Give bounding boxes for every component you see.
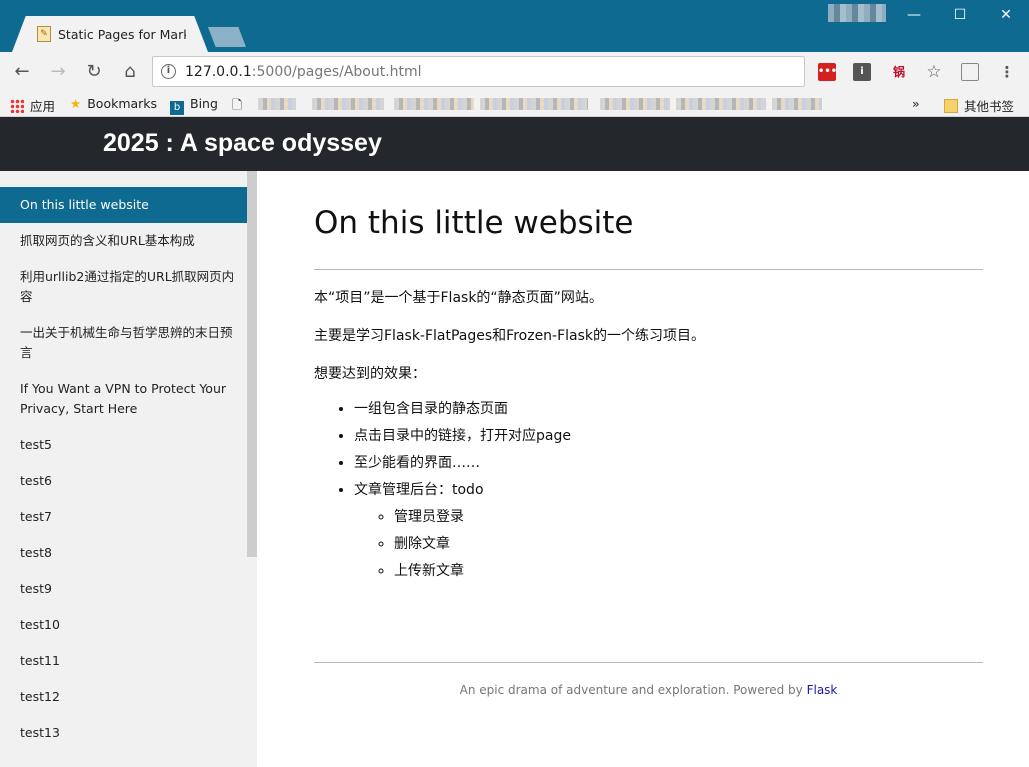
- page-title: On this little website: [314, 205, 634, 241]
- sublist-item: 管理员登录: [394, 504, 983, 531]
- extension-dots-icon[interactable]: •••: [818, 63, 837, 81]
- footer-text: An epic drama of adventure and explorati…: [459, 683, 807, 697]
- browser-toolbar: ← → ↻ ⌂ i 127.0.0.1:5000/pages/About.htm…: [0, 52, 1029, 92]
- main-content: On this little website 本“项目”是一个基于Flask的“…: [314, 171, 983, 585]
- sidebar-item[interactable]: 一出关于机械生命与哲学思辨的末日预言: [0, 315, 247, 371]
- new-tab-button[interactable]: [208, 27, 246, 47]
- sidebar-item[interactable]: 抓取网页的含义和URL基本构成: [0, 223, 247, 259]
- profile-avatar[interactable]: [828, 4, 886, 22]
- sidebar-item[interactable]: On this little website: [0, 187, 247, 223]
- apps-grid-icon: [10, 99, 24, 113]
- blurred-bookmark[interactable]: [394, 98, 474, 110]
- address-bar[interactable]: i 127.0.0.1:5000/pages/About.html: [152, 56, 805, 87]
- sidebar-item[interactable]: test8: [0, 535, 247, 571]
- page-bookmark-icon[interactable]: 🗋: [232, 96, 242, 117]
- sidebar-nav: On this little website 抓取网页的含义和URL基本构成 利用u…: [0, 187, 247, 751]
- purpose-paragraph: 主要是学习Flask-FlatPages和Frozen-Flask的一个练习项目…: [314, 328, 706, 344]
- minimize-icon[interactable]: —: [902, 6, 926, 24]
- title-divider: [314, 269, 983, 270]
- forward-icon[interactable]: →: [45, 60, 71, 84]
- sidebar: On this little website 抓取网页的含义和URL基本构成 利用u…: [0, 171, 257, 767]
- list-item: 点击目录中的链接，打开对应page: [354, 423, 983, 450]
- sidebar-item[interactable]: If You Want a VPN to Protect Your Privac…: [0, 371, 247, 427]
- url-text: 127.0.0.1:5000/pages/About.html: [185, 64, 422, 80]
- blurred-bookmark[interactable]: [312, 98, 384, 110]
- blurred-bookmark[interactable]: [676, 98, 766, 110]
- sidebar-item[interactable]: test9: [0, 571, 247, 607]
- star-folder-icon: ★: [70, 96, 82, 111]
- page-favicon-icon: ✎: [37, 26, 51, 42]
- apps-bookmark[interactable]: 应用: [10, 96, 55, 115]
- close-icon[interactable]: ✕: [994, 6, 1018, 24]
- sidebar-item[interactable]: test6: [0, 463, 247, 499]
- tab-title: Static Pages for Marko: [58, 27, 186, 42]
- extension-info-icon[interactable]: i: [853, 63, 871, 81]
- menu-icon[interactable]: ⋮: [998, 63, 1016, 81]
- reader-icon[interactable]: [961, 63, 979, 81]
- sidebar-item[interactable]: test13: [0, 715, 247, 751]
- sidebar-item[interactable]: test5: [0, 427, 247, 463]
- home-icon[interactable]: ⌂: [117, 60, 143, 84]
- blurred-bookmark[interactable]: [600, 98, 670, 110]
- sidebar-item[interactable]: test7: [0, 499, 247, 535]
- sidebar-item[interactable]: test11: [0, 643, 247, 679]
- flask-link[interactable]: Flask: [807, 683, 838, 697]
- list-item: 一组包含目录的静态页面: [354, 396, 983, 423]
- bookmarks-overflow-icon[interactable]: »: [912, 96, 920, 111]
- blurred-bookmark[interactable]: [480, 98, 588, 110]
- sidebar-item[interactable]: 利用urllib2通过指定的URL抓取网页内容: [0, 259, 247, 315]
- site-header: 2025 : A space odyssey: [0, 117, 1029, 171]
- sublist-item: 删除文章: [394, 531, 983, 558]
- intro-paragraph: 本“项目”是一个基于Flask的“静态页面”网站。: [314, 290, 603, 306]
- footer: An epic drama of adventure and explorati…: [314, 683, 983, 697]
- sublist-item: 上传新文章: [394, 558, 983, 585]
- star-icon[interactable]: ☆: [925, 63, 943, 81]
- other-bookmarks[interactable]: 其他书签: [944, 96, 1014, 115]
- bookmarks-bookmark[interactable]: ★ Bookmarks: [70, 96, 157, 111]
- folder-icon: [944, 99, 958, 113]
- list-item: 至少能看的界面……: [354, 450, 983, 477]
- maximize-icon[interactable]: ☐: [948, 6, 972, 24]
- goals-heading: 想要达到的效果：: [314, 366, 426, 382]
- sidebar-scrollbar[interactable]: [247, 171, 257, 557]
- browser-titlebar: ✎ Static Pages for Marko — ☐ ✕: [0, 0, 1029, 52]
- admin-sublist: 管理员登录 删除文章 上传新文章: [354, 504, 983, 585]
- site-title[interactable]: 2025 : A space odyssey: [103, 129, 382, 158]
- bing-icon: b: [170, 101, 184, 115]
- blurred-bookmark[interactable]: [258, 98, 296, 110]
- bookmarks-bar: 应用 ★ Bookmarks b Bing 🗋 » 其他书签: [0, 92, 1029, 117]
- goals-list: 一组包含目录的静态页面 点击目录中的链接，打开对应page 至少能看的界面…… …: [314, 396, 983, 585]
- reload-icon[interactable]: ↻: [81, 60, 107, 84]
- back-icon[interactable]: ←: [9, 60, 35, 84]
- blurred-bookmark[interactable]: [772, 98, 822, 110]
- browser-tab[interactable]: ✎ Static Pages for Marko: [12, 16, 208, 52]
- sidebar-item[interactable]: test12: [0, 679, 247, 715]
- info-icon[interactable]: i: [161, 64, 176, 79]
- list-item: 文章管理后台：todo 管理员登录 删除文章 上传新文章: [354, 477, 983, 585]
- bing-bookmark[interactable]: b Bing: [170, 96, 218, 115]
- sidebar-item[interactable]: test10: [0, 607, 247, 643]
- extension-wok-icon[interactable]: 锅: [890, 63, 908, 81]
- footer-divider: [314, 662, 983, 663]
